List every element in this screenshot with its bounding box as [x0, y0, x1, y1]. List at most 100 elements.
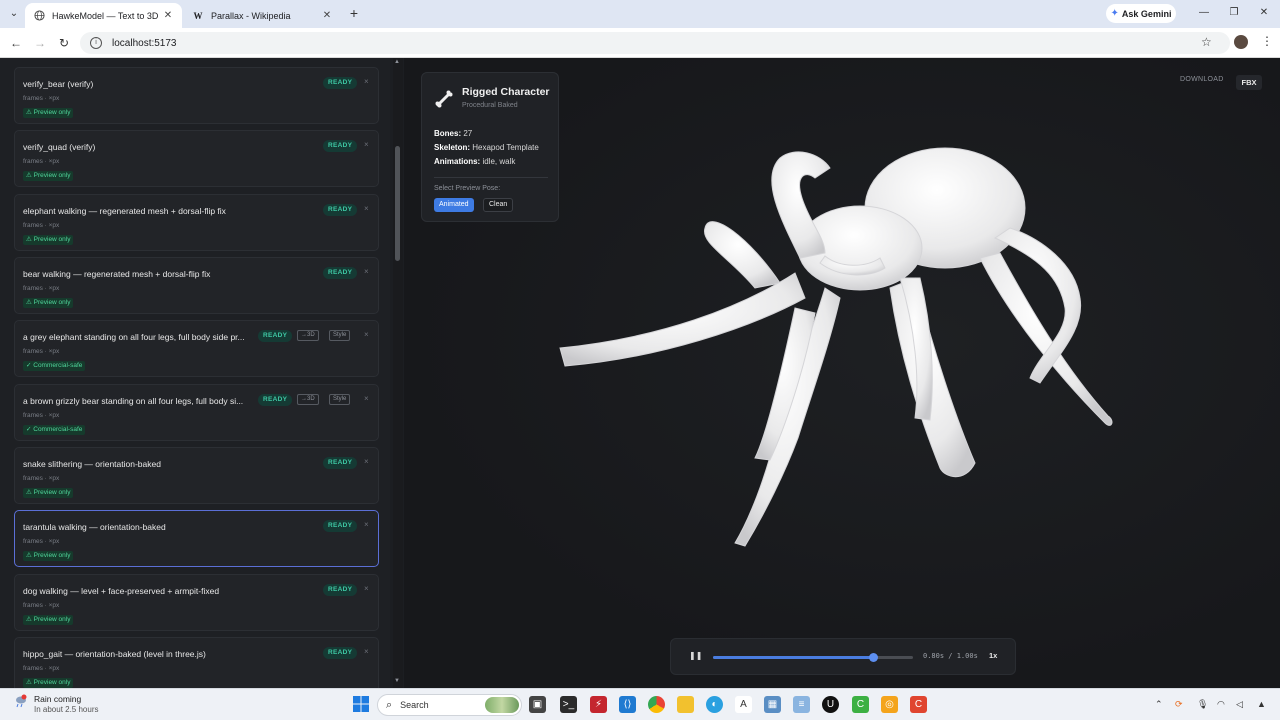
list-item[interactable]: dog walking — level + face-preserved + a… [14, 574, 379, 631]
tab-search-icon[interactable]: ⌄ [6, 6, 22, 22]
scroll-up-icon[interactable]: ▲ [394, 59, 400, 65]
taskbar-search[interactable]: ⌕ Search [377, 694, 522, 716]
tab-wikipedia[interactable]: W Parallax - Wikipedia ✕ [184, 3, 341, 28]
microphone-icon[interactable]: 🎙 [1197, 699, 1208, 710]
unreal-icon[interactable]: U [822, 696, 839, 713]
delete-icon[interactable]: × [364, 394, 369, 403]
item-meta: frames · ×px [23, 158, 60, 165]
app-window-icon[interactable]: ▦ [764, 696, 781, 713]
item-meta: frames · ×px [23, 475, 60, 482]
app-green-icon[interactable]: C [852, 696, 869, 713]
preview-only-badge: ⚠ Preview only [23, 235, 74, 245]
tab-hawkemodel[interactable]: HawkeModel — Text to 3D ✕ [25, 3, 182, 28]
pose-animated-button[interactable]: Animated [434, 198, 474, 212]
to-3d-button[interactable]: →3D [297, 330, 319, 341]
tray-chevron-icon[interactable]: ⌃ [1155, 699, 1163, 710]
download-fbx-button[interactable]: FBX [1236, 75, 1262, 90]
minimize-button[interactable]: — [1197, 7, 1211, 18]
file-explorer-icon[interactable] [677, 696, 694, 713]
style-button[interactable]: Style [329, 394, 351, 405]
app-red-icon[interactable]: ⚡ [590, 696, 607, 713]
volume-icon[interactable]: ◁ [1236, 699, 1243, 710]
list-item[interactable]: bear walking — regenerated mesh + dorsal… [14, 257, 379, 314]
edge-icon[interactable]: ◐ [706, 696, 723, 713]
list-item[interactable]: verify_quad (verify) frames · ×px ⚠ Prev… [14, 130, 379, 187]
close-tab-icon[interactable]: ✕ [162, 10, 174, 21]
scroll-down-icon[interactable]: ▼ [394, 678, 400, 684]
gemini-sparkle-icon: ✦ [1110, 8, 1119, 19]
weather-icon[interactable] [14, 694, 28, 708]
scrollbar-thumb[interactable] [395, 146, 400, 261]
bones-value: 27 [463, 129, 473, 138]
search-placeholder: Search [400, 700, 429, 710]
terminal-icon[interactable]: >_ [560, 696, 577, 713]
ask-gemini-button[interactable]: ✦ Ask Gemini [1106, 4, 1176, 23]
status-badge: READY [323, 647, 358, 659]
url-field[interactable]: i localhost:5173 [80, 32, 1230, 54]
status-badge: READY [323, 584, 358, 596]
preview-only-badge: ⚠ Preview only [23, 615, 74, 625]
animations-row: Animations: idle, walk [434, 157, 515, 166]
tarantula-model[interactable] [540, 138, 1140, 578]
notepad-icon[interactable]: ≡ [793, 696, 810, 713]
reload-icon[interactable]: ↻ [57, 36, 71, 50]
list-item[interactable]: snake slithering — orientation-baked fra… [14, 447, 379, 504]
start-icon[interactable] [352, 696, 369, 713]
item-title: dog walking — level + face-preserved + a… [23, 586, 220, 596]
list-item-selected[interactable]: tarantula walking — orientation-baked fr… [14, 510, 379, 567]
globe-icon [33, 10, 45, 22]
weather-subtitle: In about 2.5 hours [34, 705, 99, 714]
browser-menu-icon[interactable]: ⋮ [1261, 34, 1273, 48]
site-info-icon[interactable]: i [90, 37, 102, 49]
wifi-icon[interactable]: ◠ [1217, 699, 1225, 710]
delete-icon[interactable]: × [364, 457, 369, 466]
list-item[interactable]: a grey elephant standing on all four leg… [14, 320, 379, 377]
style-button[interactable]: Style [329, 330, 351, 341]
maximize-button[interactable]: ❐ [1227, 7, 1241, 18]
browser-tab-bar: ⌄ HawkeModel — Text to 3D ✕ W Parallax -… [0, 0, 1280, 28]
app-orange-icon[interactable]: ◎ [881, 696, 898, 713]
list-item[interactable]: hippo_gait — orientation-baked (level in… [14, 637, 379, 688]
app-a-icon[interactable]: A [735, 696, 752, 713]
item-title: elephant walking — regenerated mesh + do… [23, 206, 226, 216]
tab-title: Parallax - Wikipedia [211, 10, 291, 21]
pose-clean-button[interactable]: Clean [483, 198, 514, 212]
list-item[interactable]: elephant walking — regenerated mesh + do… [14, 194, 379, 251]
delete-icon[interactable]: × [364, 647, 369, 656]
profile-avatar[interactable] [1234, 35, 1248, 49]
animations-label: Animations: [434, 157, 481, 166]
task-view-icon[interactable]: ▣ [529, 696, 546, 713]
delete-icon[interactable]: × [364, 140, 369, 149]
close-tab-icon[interactable]: ✕ [321, 10, 333, 21]
delete-icon[interactable]: × [364, 204, 369, 213]
timeline-slider[interactable] [713, 653, 913, 662]
url-text: localhost:5173 [112, 37, 177, 49]
animations-value: idle, walk [482, 157, 516, 166]
forward-arrow-icon[interactable]: → [33, 36, 47, 50]
item-title: verify_bear (verify) [23, 79, 94, 89]
delete-icon[interactable]: × [364, 77, 369, 86]
list-item[interactable]: a brown grizzly bear standing on all fou… [14, 384, 379, 441]
back-arrow-icon[interactable]: ← [9, 36, 23, 50]
vscode-icon[interactable]: ⟨⟩ [619, 696, 636, 713]
item-meta: frames · ×px [23, 412, 60, 419]
new-tab-button[interactable]: + [346, 5, 362, 21]
delete-icon[interactable]: × [364, 330, 369, 339]
bookmark-star-icon[interactable]: ☆ [1201, 35, 1212, 49]
tray-app-icon[interactable]: ⟳ [1175, 699, 1183, 710]
delete-icon[interactable]: × [364, 267, 369, 276]
delete-icon[interactable]: × [364, 520, 369, 529]
chrome-icon[interactable] [648, 696, 665, 713]
to-3d-button[interactable]: →3D [297, 394, 319, 405]
delete-icon[interactable]: × [364, 584, 369, 593]
pause-icon[interactable]: ❚❚ [689, 651, 702, 660]
list-item[interactable]: verify_bear (verify) frames · ×px ⚠ Prev… [14, 67, 379, 124]
item-meta: frames · ×px [23, 285, 60, 292]
close-window-button[interactable]: ✕ [1257, 7, 1271, 18]
notification-bell-icon[interactable]: ▲ [1257, 699, 1266, 709]
item-title: hippo_gait — orientation-baked (level in… [23, 649, 206, 659]
app-redc-icon[interactable]: C [910, 696, 927, 713]
timeline-handle[interactable] [869, 653, 878, 662]
speed-button[interactable]: 1x [989, 651, 997, 660]
search-icon: ⌕ [386, 698, 393, 711]
